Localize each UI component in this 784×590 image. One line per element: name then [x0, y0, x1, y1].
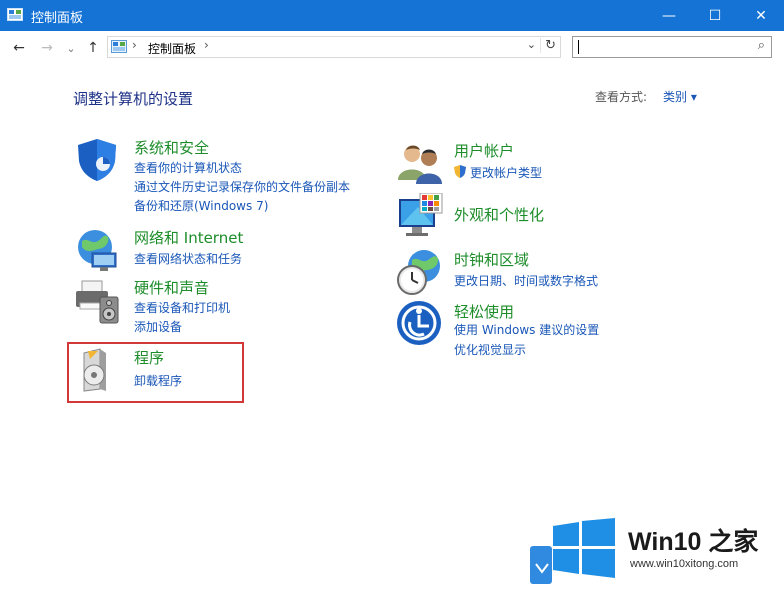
category-link[interactable]: 查看你的计算机状态	[134, 159, 242, 176]
category-link[interactable]: 备份和还原(Windows 7)	[134, 197, 268, 214]
view-by-label: 查看方式:	[595, 90, 648, 104]
category-title[interactable]: 用户帐户	[454, 140, 514, 161]
navigation-bar: ← → ⌄ ↑ › 控制面板 › ⌄ ↻ ⌕	[0, 31, 784, 65]
printer-icon	[76, 280, 119, 324]
maximize-button[interactable]: ☐	[692, 0, 738, 31]
category-link[interactable]: 使用 Windows 建议的设置	[454, 321, 599, 338]
back-button[interactable]: ←	[10, 39, 28, 57]
monitor-palette-icon	[399, 193, 443, 236]
breadcrumb[interactable]: 控制面板	[148, 40, 196, 57]
watermark-url: www.win10xitong.com	[630, 558, 739, 570]
category-link[interactable]: 查看网络状态和任务	[134, 250, 242, 267]
category-link[interactable]: 更改日期、时间或数字格式	[454, 272, 598, 289]
shield-icon	[78, 139, 116, 181]
close-button[interactable]: ✕	[738, 0, 784, 31]
page-title: 调整计算机的设置	[73, 90, 194, 108]
minimize-button[interactable]: —	[646, 0, 692, 31]
breadcrumb-separator[interactable]: ›	[132, 38, 137, 52]
category-link[interactable]: 通过文件历史记录保存你的文件备份副本	[134, 178, 350, 195]
network-globe-icon	[78, 230, 117, 271]
address-dropdown-button[interactable]: ⌄	[527, 38, 536, 51]
search-input[interactable]: ⌕	[572, 36, 772, 58]
category-link[interactable]: 优化视觉显示	[454, 341, 526, 358]
control-panel-icon	[7, 8, 23, 21]
recent-locations-button[interactable]: ⌄	[62, 39, 80, 57]
watermark-brand: Win10 之家	[628, 528, 759, 556]
category-title[interactable]: 网络和 Internet	[134, 227, 243, 248]
windows-logo-icon	[553, 518, 615, 578]
category-title[interactable]: 外观和个性化	[454, 204, 544, 225]
title-bar: 控制面板 — ☐ ✕	[0, 0, 784, 31]
category-title[interactable]: 系统和安全	[134, 137, 209, 158]
address-bar[interactable]: › 控制面板 › ⌄ ↻	[107, 36, 561, 58]
clock-globe-icon	[397, 250, 440, 295]
ease-of-access-icon	[397, 301, 441, 345]
partial-icon	[530, 546, 552, 584]
uac-shield-icon	[454, 165, 466, 178]
forward-button[interactable]: →	[38, 39, 56, 57]
up-button[interactable]: ↑	[84, 39, 102, 57]
search-icon[interactable]: ⌕	[758, 38, 765, 53]
category-link[interactable]: 添加设备	[134, 318, 182, 335]
text-caret	[578, 40, 579, 54]
refresh-button[interactable]: ↻	[540, 38, 556, 53]
highlight-box	[67, 342, 244, 403]
users-icon	[398, 145, 442, 184]
window-title: 控制面板	[31, 11, 84, 26]
view-by-dropdown[interactable]: 类别 ▾	[663, 88, 697, 105]
category-title[interactable]: 轻松使用	[454, 301, 514, 322]
control-panel-icon	[111, 40, 127, 53]
category-link[interactable]: 查看设备和打印机	[134, 299, 230, 316]
breadcrumb-separator[interactable]: ›	[204, 38, 209, 52]
category-title[interactable]: 时钟和区域	[454, 249, 529, 270]
category-title[interactable]: 硬件和声音	[134, 277, 209, 298]
category-link[interactable]: 更改帐户类型	[470, 164, 542, 181]
